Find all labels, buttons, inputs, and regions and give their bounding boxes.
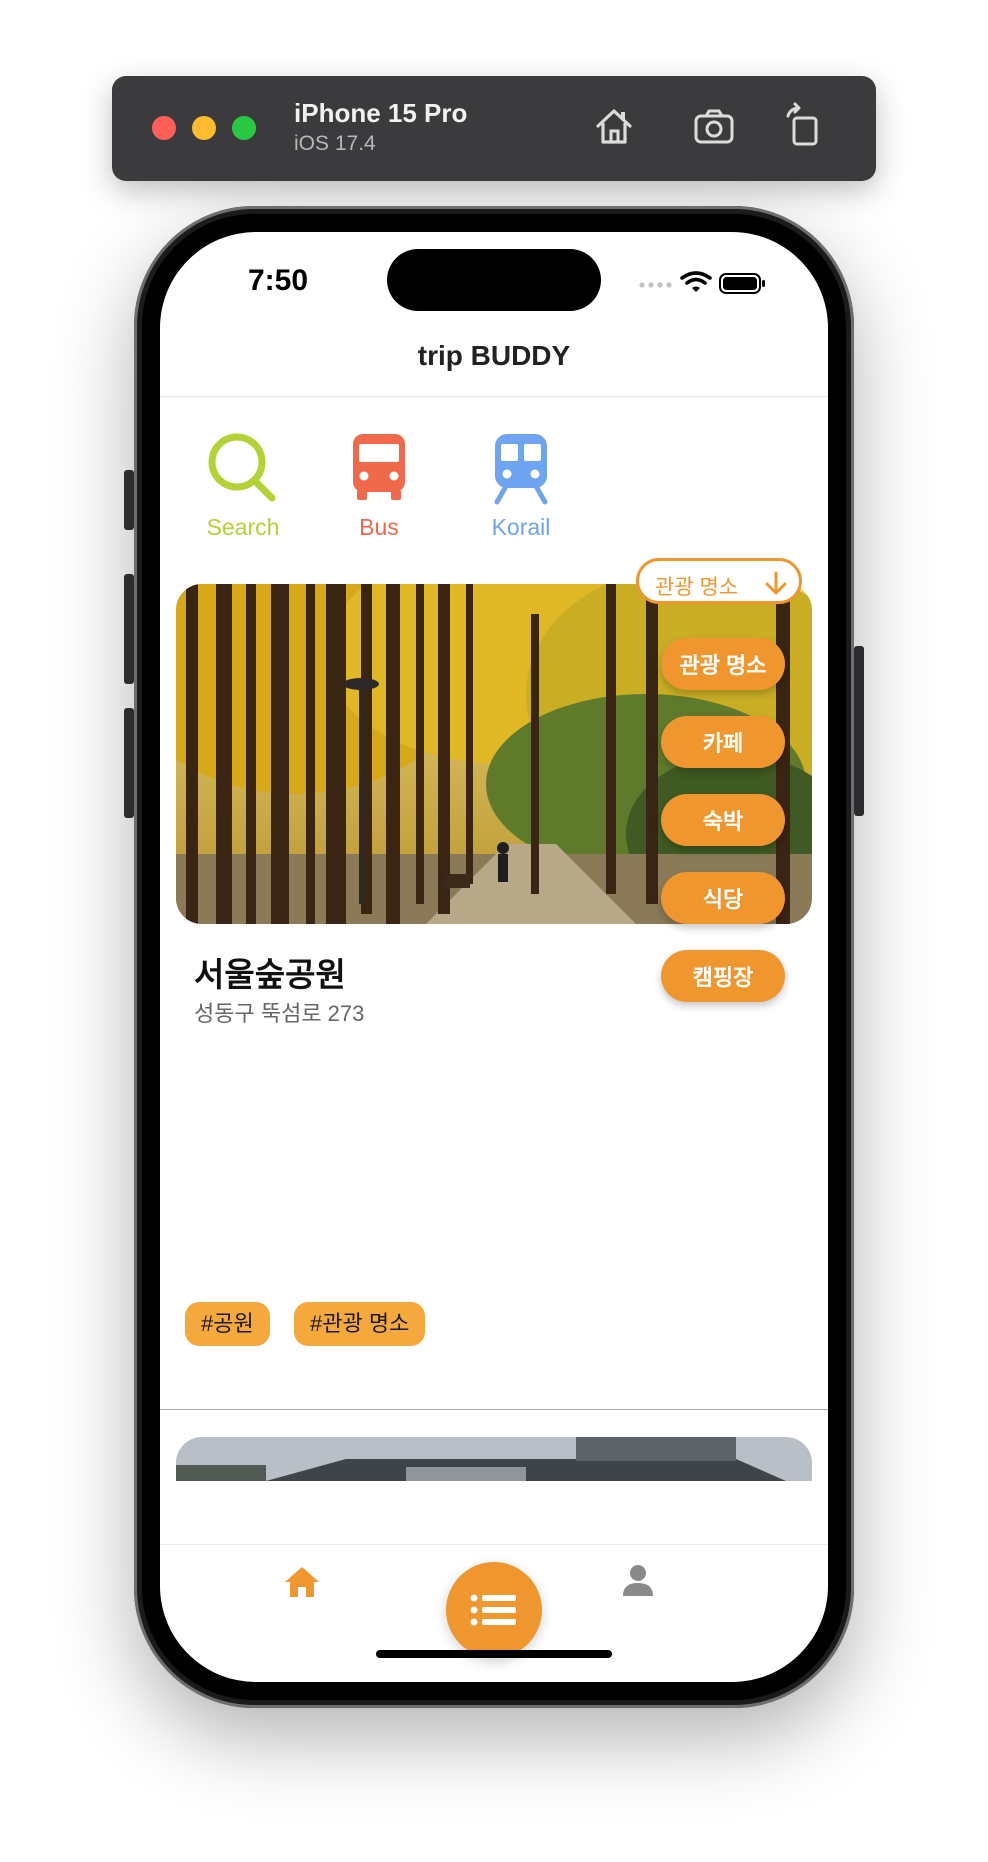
nav-divider [160,396,828,397]
minimize-window-button[interactable] [192,116,216,140]
list-fab-button[interactable] [446,1562,542,1658]
signal-icon [639,282,672,288]
place-photo-next[interactable] [176,1437,812,1481]
place-address: 성동구 뚝섬로 273 [194,1001,365,1026]
quick-action-bus[interactable]: Bus [324,428,434,541]
tag-chip[interactable]: #공원 [185,1302,270,1346]
power-button[interactable] [854,646,864,816]
close-window-button[interactable] [152,116,176,140]
quick-action-search[interactable]: Search [188,428,298,541]
home-icon[interactable] [590,102,638,150]
category-dropdown-label: 관광 명소 [655,576,739,599]
category-option-camping[interactable]: 캠핑장 [661,950,785,1002]
quick-action-korail[interactable]: Korail [466,428,576,541]
tag-chip[interactable]: #관광 명소 [294,1302,426,1346]
battery-icon [719,273,765,294]
volume-up-button[interactable] [124,574,134,684]
train-icon [494,434,548,505]
volume-down-button[interactable] [124,708,134,818]
category-option-restaurant[interactable]: 식당 [661,872,785,924]
category-option-attraction[interactable]: 관광 명소 [661,638,785,690]
person-icon[interactable] [620,1562,656,1598]
action-button[interactable] [124,470,134,530]
screenshot-icon[interactable] [690,102,738,150]
category-option-cafe[interactable]: 카페 [661,716,785,768]
quick-action-label: Korail [491,514,551,540]
list-icon [470,1594,516,1626]
status-time: 7:50 [248,264,309,297]
card-divider [160,1409,828,1410]
os-version: iOS 17.4 [294,132,376,155]
app-screen: 7:50 trip BUDDY Search Bus Korail 관광 명소 … [160,232,828,1682]
zoom-window-button[interactable] [232,116,256,140]
search-icon [208,433,276,502]
quick-action-label: Search [206,514,280,540]
home-icon[interactable] [282,1564,322,1600]
category-dropdown[interactable]: 관광 명소 [636,558,802,604]
home-indicator [376,1650,612,1658]
category-option-lodging[interactable]: 숙박 [661,794,785,846]
status-icons [638,270,768,294]
place-name[interactable]: 서울숲공원 [194,948,346,996]
arrow-down-icon [765,571,787,595]
dynamic-island [387,249,601,311]
rotate-icon[interactable] [780,102,828,150]
simulator-toolbar: iPhone 15 Pro iOS 17.4 [112,76,876,181]
quick-action-label: Bus [359,514,399,540]
device-name: iPhone 15 Pro [294,98,468,128]
wifi-icon [680,271,712,292]
bus-icon [353,434,405,500]
tabbar-divider [160,1544,828,1545]
app-title: trip BUDDY [417,340,571,371]
